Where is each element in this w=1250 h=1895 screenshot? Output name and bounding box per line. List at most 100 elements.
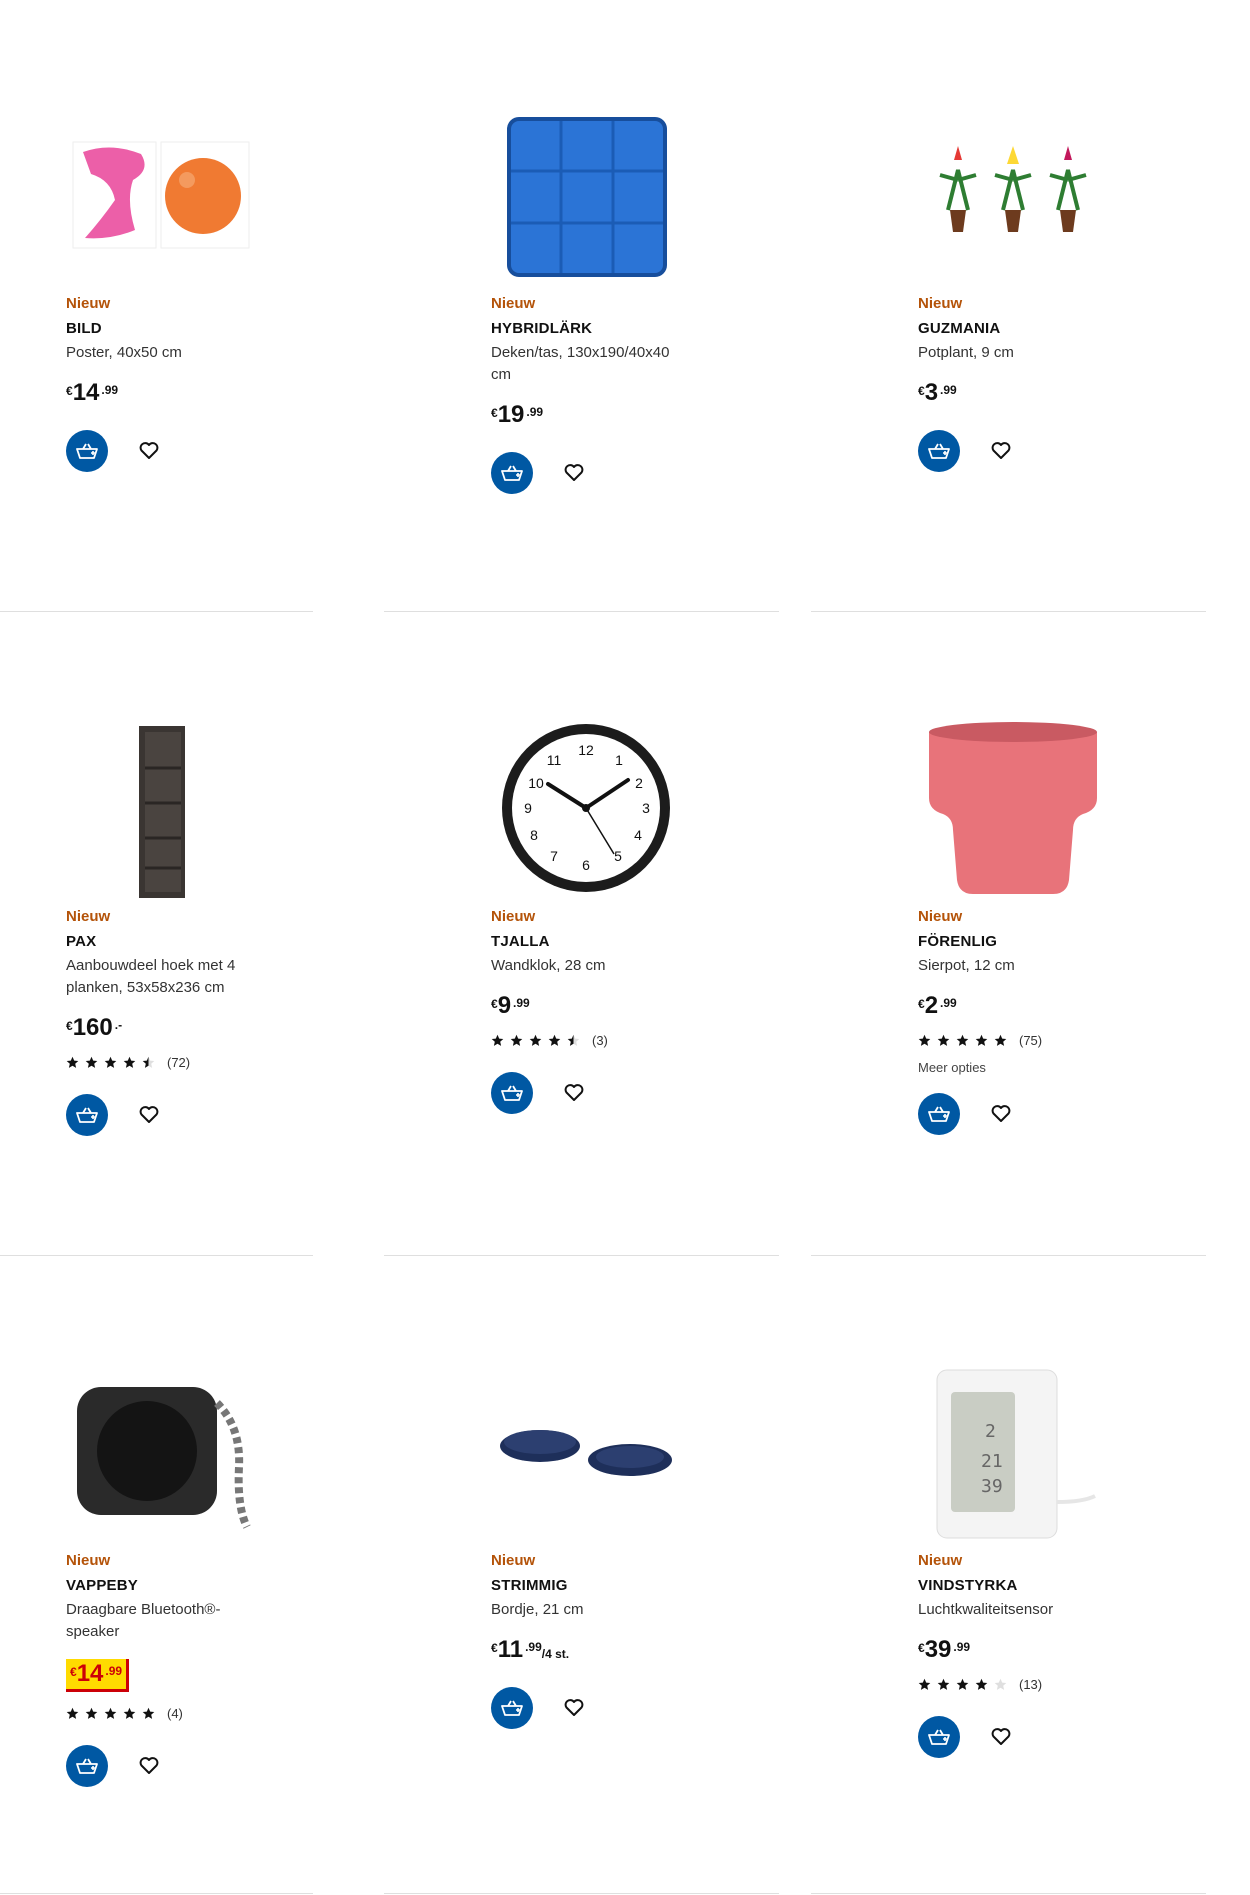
add-to-cart-icon bbox=[501, 1085, 523, 1101]
add-to-cart-button[interactable] bbox=[918, 430, 960, 472]
add-to-cart-icon bbox=[76, 443, 98, 459]
star-icon bbox=[956, 1034, 969, 1046]
add-to-cart-button[interactable] bbox=[918, 1093, 960, 1135]
product-rating[interactable]: (3) bbox=[491, 1033, 791, 1048]
product-image-bild[interactable] bbox=[66, 105, 256, 285]
more-options-link[interactable]: Meer opties bbox=[918, 1060, 1218, 1075]
star-icon bbox=[123, 1707, 136, 1719]
favourite-button[interactable] bbox=[563, 1697, 585, 1719]
product-description: Luchtkwaliteitsensor bbox=[918, 1601, 1054, 1618]
product-name[interactable]: HYBRIDLÄRK bbox=[491, 320, 791, 337]
price-decimal: .99 bbox=[953, 1640, 971, 1654]
favourite-button[interactable] bbox=[990, 1103, 1012, 1125]
favourite-button[interactable] bbox=[990, 440, 1012, 462]
price-integer: 160 bbox=[72, 1014, 113, 1041]
rating-count: (13) bbox=[1019, 1677, 1043, 1692]
favourite-button[interactable] bbox=[138, 1104, 160, 1126]
product-image-pax[interactable] bbox=[66, 718, 256, 898]
product-rating[interactable]: (4) bbox=[66, 1706, 366, 1721]
price-currency: € bbox=[491, 406, 498, 420]
favourite-button[interactable] bbox=[138, 440, 160, 462]
product-image-vappeby[interactable] bbox=[66, 1362, 256, 1542]
price-decimal: .99 bbox=[513, 996, 530, 1010]
rating-count: (3) bbox=[592, 1033, 608, 1048]
rating-count: (72) bbox=[167, 1055, 191, 1070]
product-card-pax[interactable]: Nieuw PAX Aanbouwdeel hoek met 4 planken… bbox=[66, 718, 366, 1136]
product-card-hybridlark[interactable]: Nieuw HYBRIDLÄRK Deken/tas, 130x190/40x4… bbox=[491, 105, 791, 494]
product-name[interactable]: BILD bbox=[66, 320, 366, 337]
product-card-bild[interactable]: Nieuw BILD Poster, 40x50 cm € 14 .99 bbox=[66, 105, 366, 472]
row-divider bbox=[384, 611, 779, 612]
price-integer: 14 bbox=[72, 379, 100, 406]
product-name[interactable]: GUZMANIA bbox=[918, 320, 1218, 337]
product-image-strimmig[interactable] bbox=[491, 1362, 681, 1542]
product-card-forenlig[interactable]: Nieuw FÖRENLIG Sierpot, 12 cm € 2 .99 (7… bbox=[918, 718, 1218, 1135]
svg-text:39: 39 bbox=[981, 1476, 1003, 1497]
product-description: Bordje, 21 cm bbox=[491, 1601, 584, 1618]
product-name[interactable]: TJALLA bbox=[491, 933, 791, 950]
star-icon bbox=[104, 1056, 117, 1068]
favourite-button[interactable] bbox=[990, 1726, 1012, 1748]
product-card-guzmania[interactable]: Nieuw GUZMANIA Potplant, 9 cm € 3 .99 bbox=[918, 105, 1218, 472]
price-integer: 2 bbox=[924, 992, 939, 1019]
product-description: Poster, 40x50 cm bbox=[66, 344, 182, 361]
star-icon bbox=[994, 1678, 1007, 1690]
add-to-cart-button[interactable] bbox=[66, 1745, 108, 1787]
add-to-cart-button[interactable] bbox=[491, 1072, 533, 1114]
product-card-vindstyrka[interactable]: 2 21 39 Nieuw VINDSTYRKA Luchtkwaliteitsen… bbox=[918, 1362, 1218, 1758]
add-to-cart-button[interactable] bbox=[491, 452, 533, 494]
product-name[interactable]: VAPPEBY bbox=[66, 1577, 366, 1594]
speaker-image bbox=[77, 1387, 251, 1529]
favourite-button[interactable] bbox=[138, 1755, 160, 1777]
row-divider bbox=[811, 1893, 1206, 1894]
add-to-cart-button[interactable] bbox=[491, 1687, 533, 1729]
product-card-tjalla[interactable]: 12 1 2 345 678 9 10 11 Nieuw TJALLA Wandklok… bbox=[491, 718, 791, 1114]
product-name[interactable]: STRIMMIG bbox=[491, 1577, 791, 1594]
svg-text:10: 10 bbox=[528, 775, 544, 791]
product-description: Aanbouwdeel hoek met 4 planken, 53x58x23… bbox=[66, 957, 236, 996]
svg-text:21: 21 bbox=[981, 1451, 1003, 1472]
svg-text:7: 7 bbox=[550, 848, 558, 864]
favourite-button[interactable] bbox=[563, 1082, 585, 1104]
add-to-cart-icon bbox=[928, 1106, 950, 1122]
product-price: € 160 .- bbox=[66, 1015, 366, 1041]
product-image-hybridlark[interactable] bbox=[491, 105, 681, 285]
price-currency: € bbox=[66, 384, 73, 398]
product-name[interactable]: PAX bbox=[66, 933, 366, 950]
add-to-cart-icon bbox=[928, 443, 950, 459]
favourite-button[interactable] bbox=[563, 462, 585, 484]
product-description: Deken/tas, 130x190/40x40 cm bbox=[491, 344, 670, 383]
product-rating[interactable]: (75) bbox=[918, 1033, 1218, 1048]
product-name[interactable]: VINDSTYRKA bbox=[918, 1577, 1218, 1594]
add-to-cart-button[interactable] bbox=[66, 1094, 108, 1136]
product-rating[interactable]: (72) bbox=[66, 1055, 366, 1070]
price-currency: € bbox=[918, 1641, 925, 1655]
new-badge: Nieuw bbox=[918, 295, 963, 312]
product-card-strimmig[interactable]: Nieuw STRIMMIG Bordje, 21 cm € 11 .99 /4… bbox=[491, 1362, 791, 1729]
product-card-vappeby[interactable]: Nieuw VAPPEBY Draagbare Bluetooth®-speak… bbox=[66, 1362, 366, 1787]
star-icon bbox=[994, 1034, 1007, 1046]
price-integer: 11 bbox=[497, 1636, 524, 1663]
new-badge: Nieuw bbox=[491, 908, 536, 925]
product-image-guzmania[interactable] bbox=[918, 105, 1108, 285]
product-description: Sierpot, 12 cm bbox=[918, 957, 1015, 974]
star-icon bbox=[104, 1707, 117, 1719]
row-divider bbox=[384, 1893, 779, 1894]
price-currency: € bbox=[66, 1019, 73, 1033]
product-price: € 9 .99 bbox=[491, 993, 791, 1019]
price-decimal: .99 bbox=[940, 996, 957, 1010]
product-image-vindstyrka[interactable]: 2 21 39 bbox=[918, 1362, 1108, 1542]
clock-image: 1212 345 678 91011 bbox=[502, 724, 670, 892]
product-image-forenlig[interactable] bbox=[918, 718, 1108, 898]
star-icon bbox=[529, 1034, 542, 1046]
row-divider bbox=[811, 611, 1206, 612]
price-decimal: .99 bbox=[940, 383, 957, 397]
product-image-tjalla[interactable]: 12 1 2 345 678 9 10 11 bbox=[491, 718, 681, 898]
new-badge: Nieuw bbox=[918, 1552, 963, 1569]
svg-text:2: 2 bbox=[635, 775, 643, 791]
add-to-cart-button[interactable] bbox=[66, 430, 108, 472]
product-name[interactable]: FÖRENLIG bbox=[918, 933, 1218, 950]
add-to-cart-button[interactable] bbox=[918, 1716, 960, 1758]
row-divider bbox=[811, 1255, 1206, 1256]
product-rating[interactable]: (13) bbox=[918, 1677, 1218, 1692]
